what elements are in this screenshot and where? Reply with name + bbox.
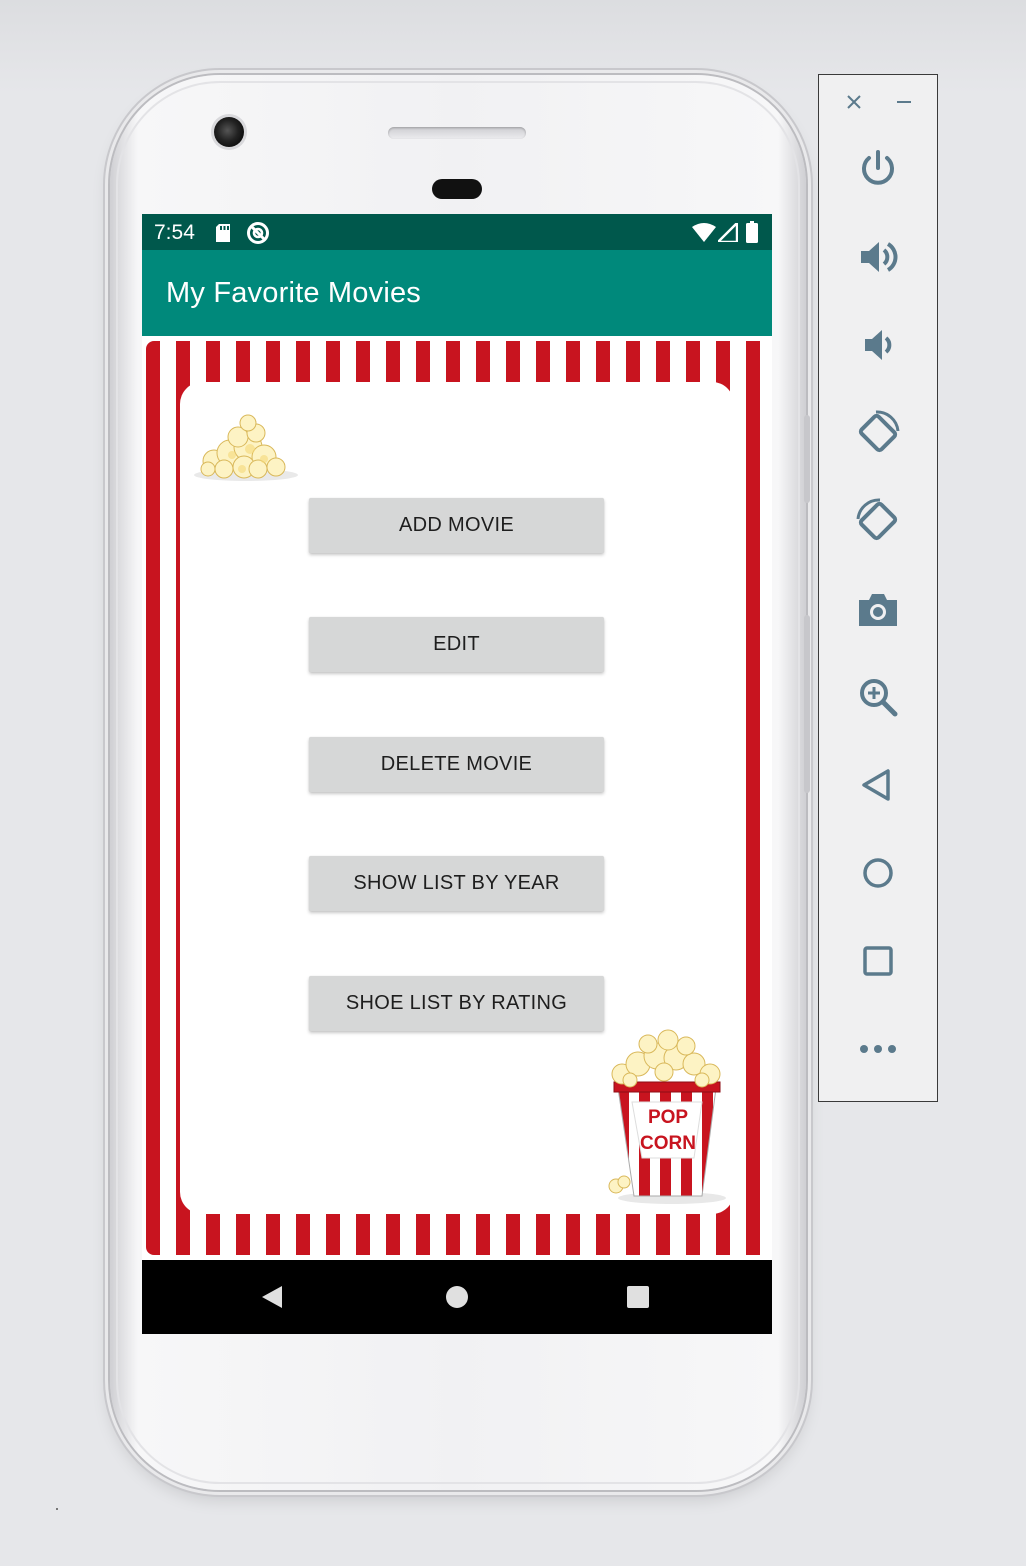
back-icon: [858, 765, 898, 810]
app-title: My Favorite Movies: [166, 277, 421, 309]
popcorn-pile-image: [194, 411, 300, 488]
add-movie-button[interactable]: ADD MOVIE: [309, 498, 604, 553]
back-icon[interactable]: [260, 1285, 284, 1314]
more-button[interactable]: [819, 1021, 937, 1081]
wifi-icon: [692, 223, 716, 247]
popcorn-box-text-pop: POP: [648, 1107, 688, 1128]
battery-icon: [746, 221, 758, 248]
status-bar: 7:54: [142, 214, 772, 250]
earpiece-speaker: [388, 127, 526, 139]
more-icon: [858, 1042, 898, 1060]
home-button[interactable]: [819, 845, 937, 905]
home-icon[interactable]: [445, 1285, 469, 1314]
overview-button[interactable]: [819, 933, 937, 993]
rotate-right-button[interactable]: [819, 493, 937, 553]
background-speck: [56, 1508, 58, 1510]
rotate-left-button[interactable]: [819, 405, 937, 465]
screenshot-button[interactable]: [819, 581, 937, 641]
phone-side-button-upper: [804, 415, 810, 503]
delete-movie-button[interactable]: DELETE MOVIE: [309, 737, 604, 792]
proximity-sensor: [432, 179, 482, 199]
sd-card-icon: [214, 223, 232, 248]
main-content: POP CORN ADD MOVIE EDIT DELETE MOVIE SHO…: [142, 336, 772, 1260]
rotate-right-icon: [854, 497, 902, 550]
emulator-toolbar: [818, 74, 938, 1102]
volume-up-icon: [857, 236, 899, 283]
show-list-by-rating-button[interactable]: SHOE LIST BY RATING: [309, 976, 604, 1031]
volume-down-icon: [857, 324, 899, 371]
volume-up-button[interactable]: [819, 229, 937, 289]
rotate-left-icon: [854, 409, 902, 462]
zoom-button[interactable]: [819, 669, 937, 729]
power-icon: [857, 148, 899, 195]
overview-icon: [858, 941, 898, 986]
app-bar: My Favorite Movies: [142, 250, 772, 336]
zoom-icon: [857, 676, 899, 723]
phone-screen: 7:54 My Favorite Movies POP CORN ADD MOV…: [142, 214, 772, 1334]
back-button[interactable]: [819, 757, 937, 817]
power-button[interactable]: [819, 141, 937, 201]
sync-icon: [246, 221, 270, 250]
popcorn-box-text-corn: CORN: [640, 1133, 696, 1154]
volume-down-button[interactable]: [819, 317, 937, 377]
minimize-icon[interactable]: [891, 89, 917, 115]
show-list-by-year-button[interactable]: SHOW LIST BY YEAR: [309, 856, 604, 911]
edit-button[interactable]: EDIT: [309, 617, 604, 672]
navigation-bar: [142, 1260, 772, 1334]
phone-side-button-lower: [804, 615, 810, 793]
popcorn-box-image: POP CORN: [602, 1026, 728, 1211]
home-icon: [858, 853, 898, 898]
recents-icon[interactable]: [626, 1286, 650, 1313]
cell-signal-icon: [715, 220, 739, 247]
close-icon[interactable]: [841, 89, 867, 115]
camera-icon: [857, 588, 899, 635]
front-camera: [214, 117, 244, 147]
status-time: 7:54: [154, 221, 195, 244]
